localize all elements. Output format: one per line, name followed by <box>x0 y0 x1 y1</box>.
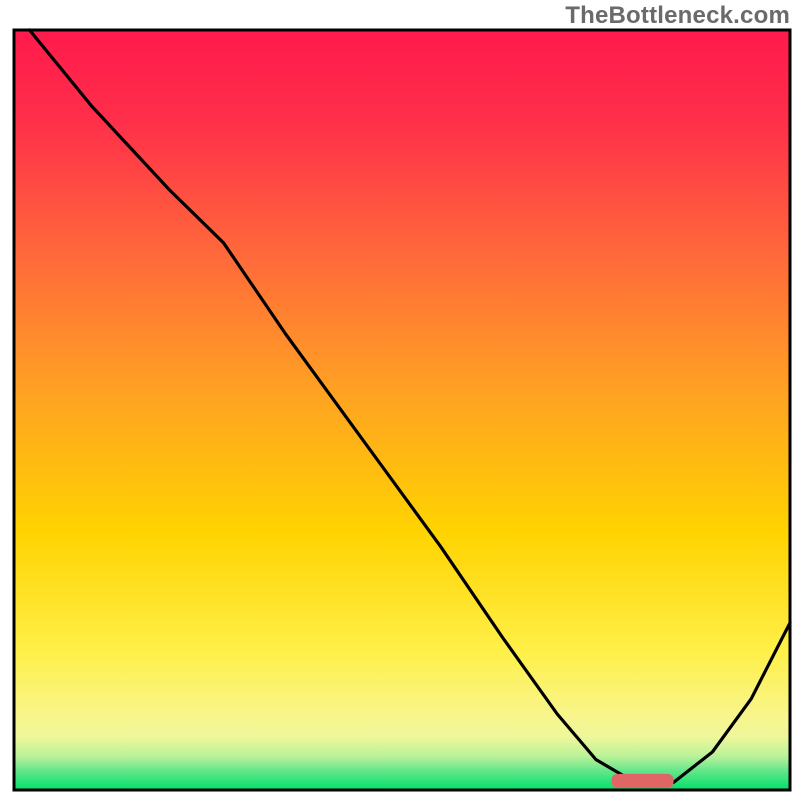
bottleneck-chart: TheBottleneck.com <box>0 0 800 800</box>
chart-background-gradient <box>14 30 790 790</box>
watermark-label: TheBottleneck.com <box>565 2 790 30</box>
trough-marker <box>612 774 674 788</box>
chart-canvas <box>0 0 800 800</box>
